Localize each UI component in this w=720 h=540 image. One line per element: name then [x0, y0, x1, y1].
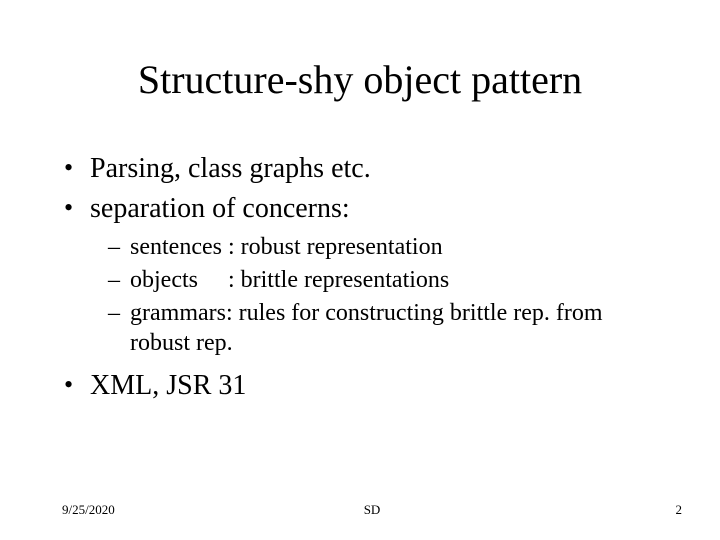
sub-bullet-objects: objects : brittle representations [62, 265, 660, 296]
footer-page-number: 2 [676, 502, 683, 518]
bullet-parsing: Parsing, class graphs etc. [62, 152, 660, 186]
slide-footer: 9/25/2020 SD 2 [62, 502, 682, 518]
footer-center: SD [62, 502, 682, 518]
sub-bullet-sentences: sentences : robust representation [62, 232, 660, 263]
bullet-xml: XML, JSR 31 [62, 369, 660, 403]
slide-body: Parsing, class graphs etc. separation of… [62, 152, 660, 409]
sub-bullet-group: sentences : robust representation object… [62, 232, 660, 359]
slide: Structure-shy object pattern Parsing, cl… [0, 0, 720, 540]
sub-bullet-grammars: grammars: rules for constructing brittle… [62, 298, 660, 359]
slide-title: Structure-shy object pattern [0, 56, 720, 103]
bullet-separation: separation of concerns: [62, 192, 660, 226]
